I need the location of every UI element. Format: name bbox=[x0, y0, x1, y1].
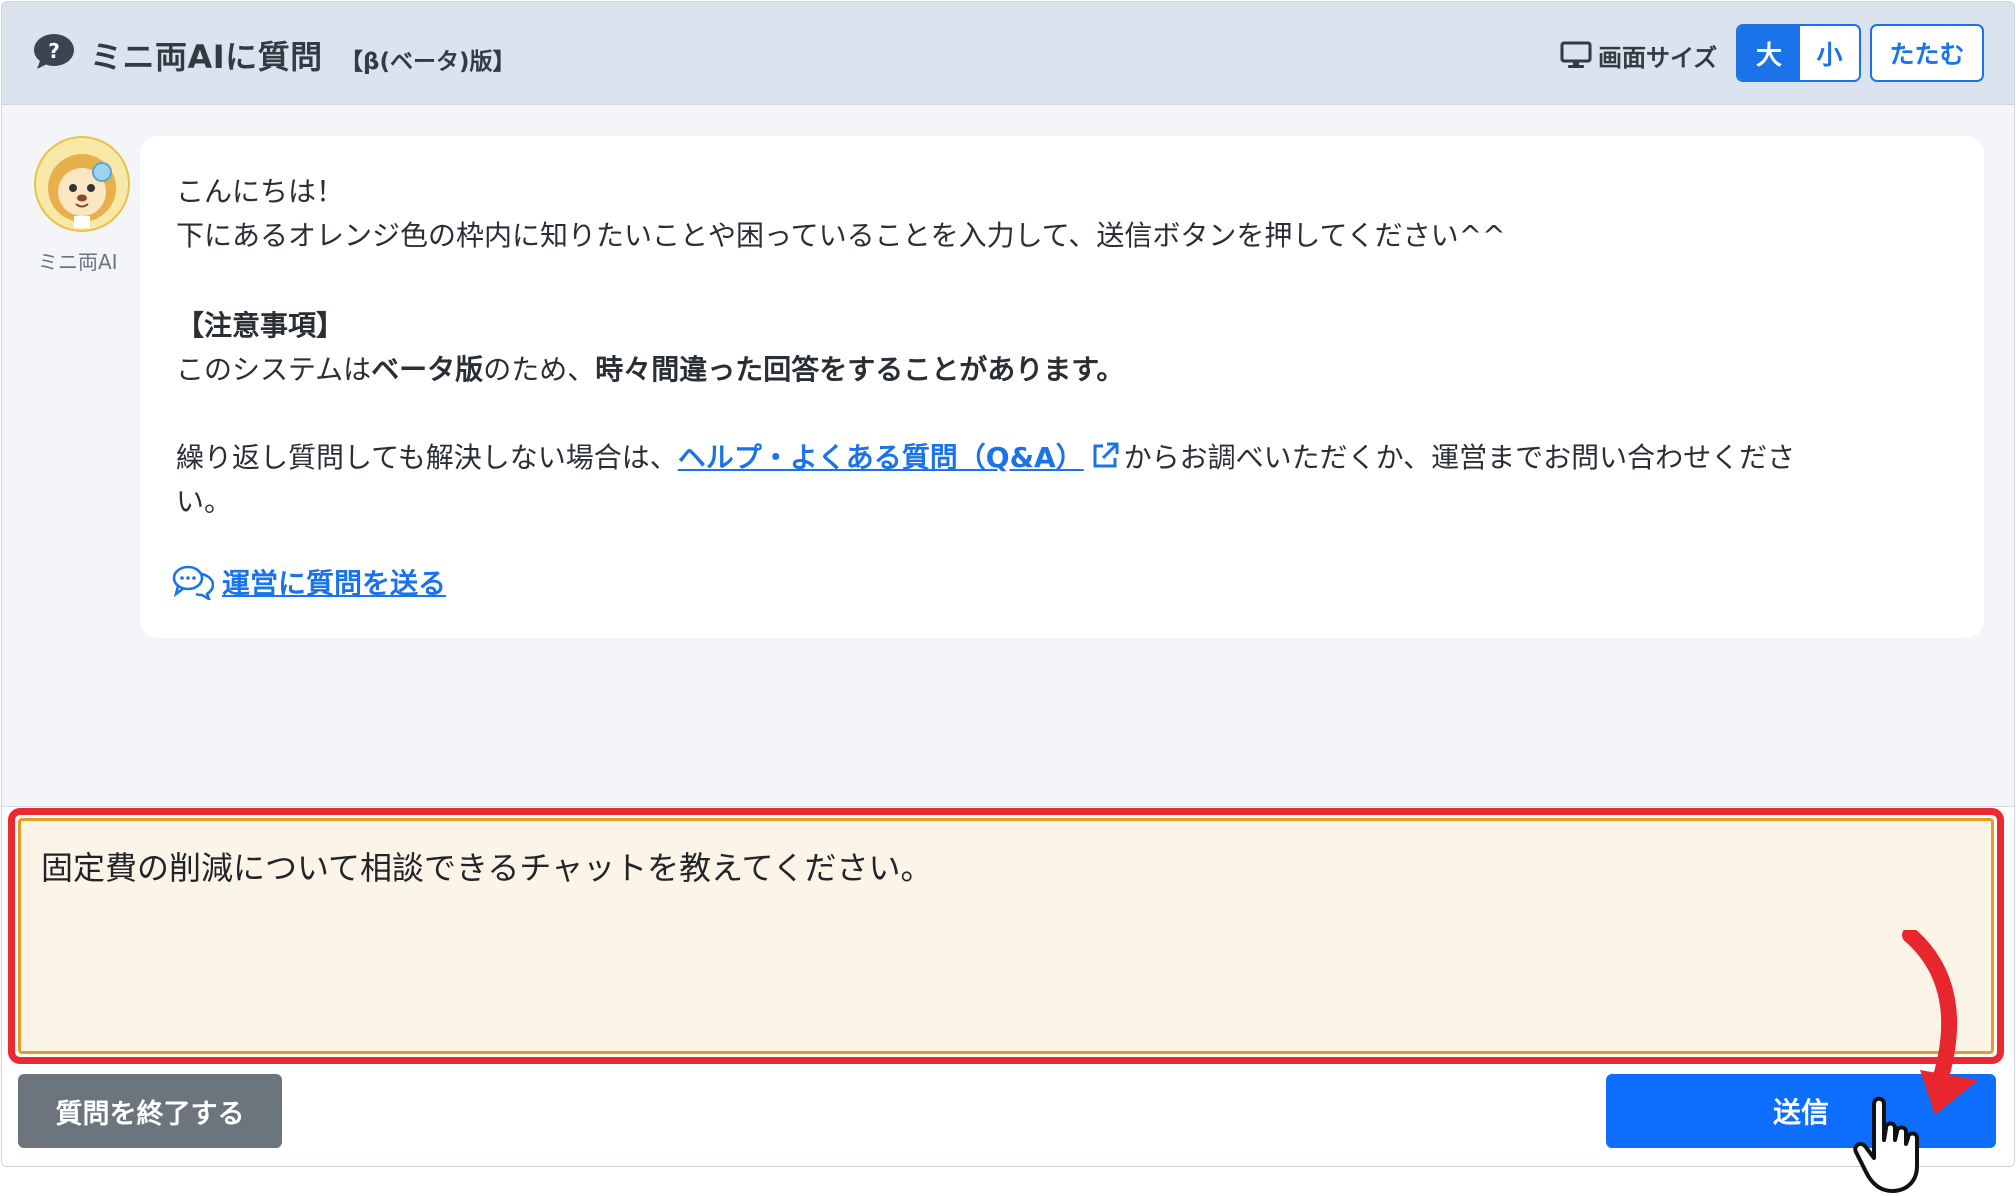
screen-size-toggle: 大 小 bbox=[1736, 24, 1861, 82]
question-bubble-icon: ? bbox=[34, 34, 74, 69]
help-faq-link[interactable]: ヘルプ・よくある質問（Q&A） bbox=[678, 441, 1084, 474]
end-question-button[interactable]: 質問を終了する bbox=[18, 1074, 282, 1148]
contact-support-link[interactable]: 運営に質問を送る bbox=[172, 562, 446, 602]
screen-size-label: 画面サイズ bbox=[1598, 43, 1718, 72]
chat-header: ? ミニ両AIに質問 【β(ベータ)版】 画面サイズ 大 小 たたむ bbox=[2, 2, 2014, 105]
bot-name: ミニ両AI bbox=[38, 250, 118, 274]
chat-bubbles-icon bbox=[172, 565, 214, 600]
collapse-button[interactable]: たたむ bbox=[1870, 24, 1984, 82]
size-large-button[interactable]: 大 bbox=[1738, 26, 1800, 80]
svg-text:?: ? bbox=[48, 39, 60, 63]
monitor-icon bbox=[1560, 41, 1592, 68]
external-link-icon bbox=[1093, 442, 1119, 468]
question-input[interactable]: 固定費の削減について相談できるチャットを教えてください。 bbox=[18, 818, 1994, 1054]
chat-title: ミニ両AIに質問 bbox=[90, 38, 323, 76]
greeting-text: こんにちは！ bbox=[176, 175, 345, 208]
lion-mascot-icon bbox=[36, 138, 128, 230]
pointer-hand-icon bbox=[1853, 1096, 1919, 1193]
notice-heading: 【注意事項】 bbox=[176, 309, 345, 342]
help-text: 繰り返し質問しても解決しない場合は、ヘルプ・よくある質問（Q&A） からお調べいた… bbox=[176, 441, 1796, 474]
help-text-wrap: い。 bbox=[176, 485, 233, 518]
size-small-button[interactable]: 小 bbox=[1800, 26, 1859, 80]
bot-avatar bbox=[34, 136, 130, 232]
contact-support-label: 運営に質問を送る bbox=[222, 567, 447, 600]
notice-text: このシステムはベータ版のため、時々間違った回答をすることがあります。 bbox=[176, 353, 1125, 386]
red-arrow-icon bbox=[1902, 930, 1978, 1115]
bot-message-bubble: こんにちは！ 下にあるオレンジ色の枠内に知りたいことや困っていることを入力して、… bbox=[140, 136, 1984, 638]
beta-label: 【β(ベータ)版】 bbox=[340, 49, 516, 75]
instruction-text: 下にあるオレンジ色の枠内に知りたいことや困っていることを入力して、送信ボタンを押… bbox=[176, 219, 1506, 252]
screen-size-control: 画面サイズ bbox=[1560, 38, 1717, 72]
